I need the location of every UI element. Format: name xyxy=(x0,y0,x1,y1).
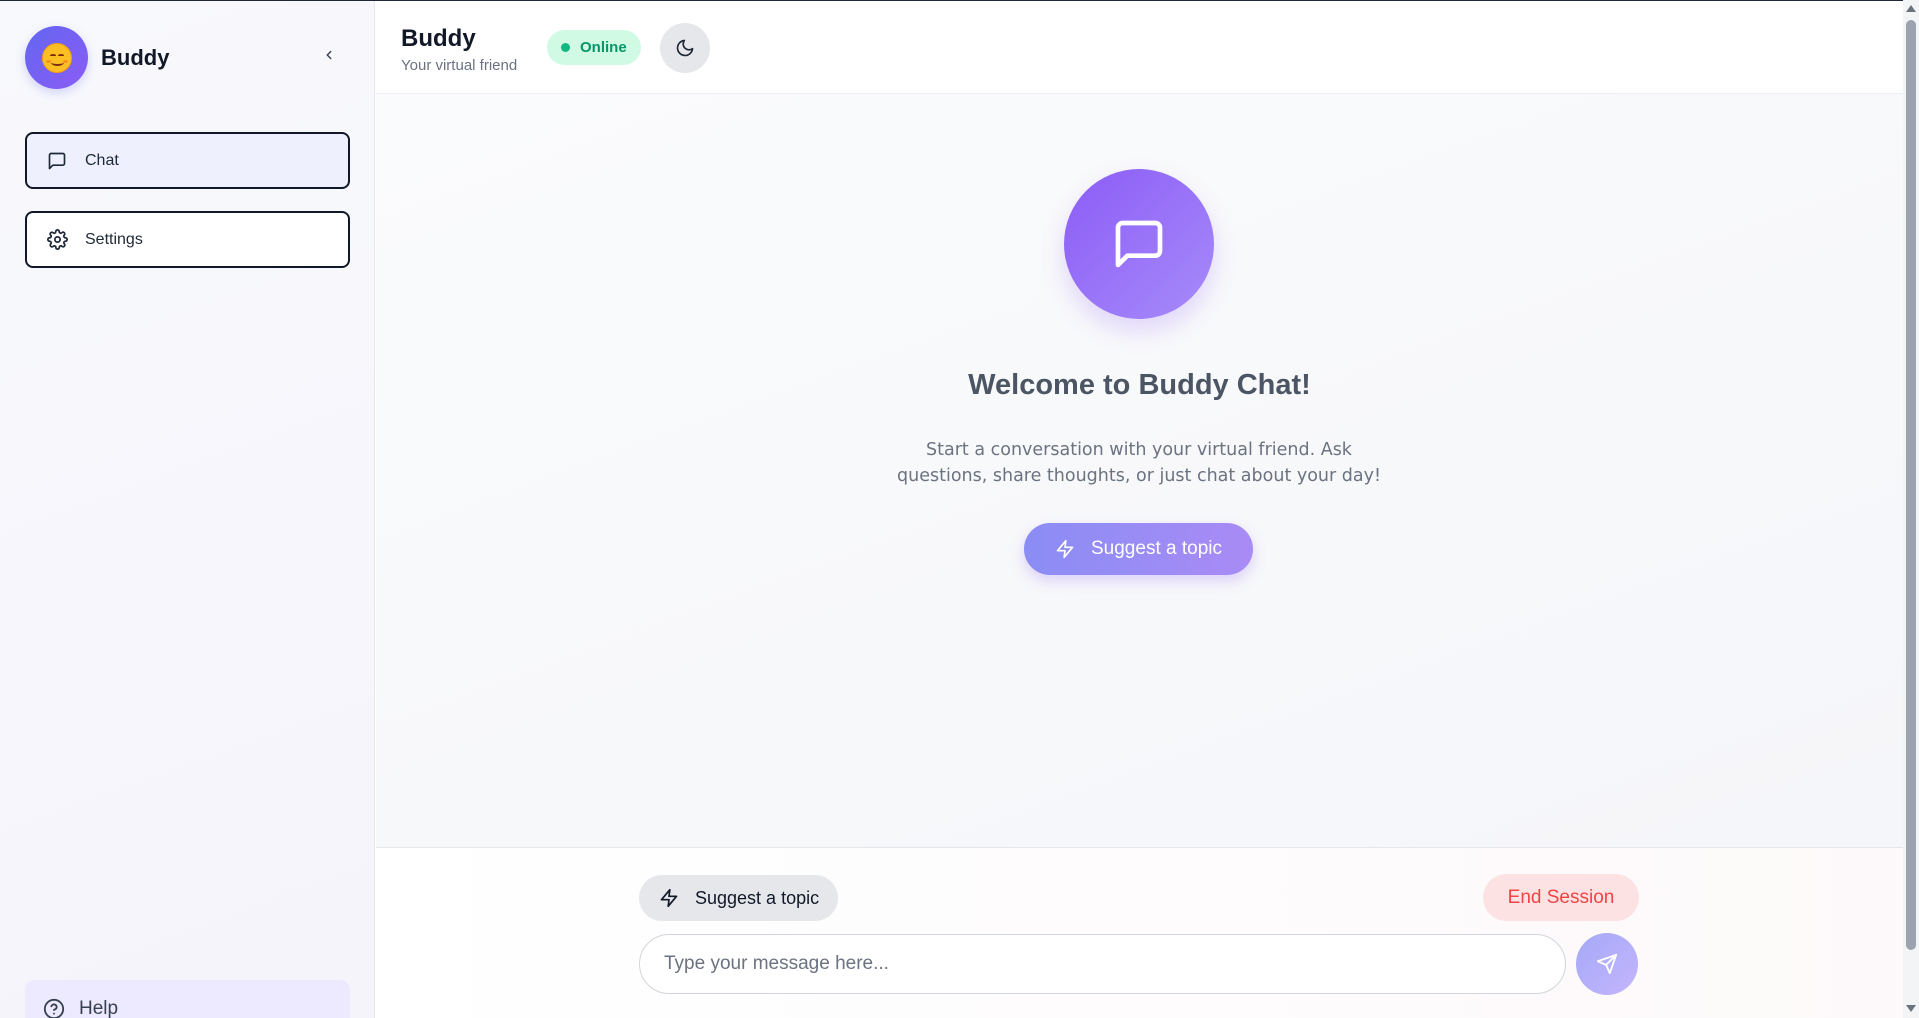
composer: Suggest a topic End Session xyxy=(376,847,1903,1018)
suggest-topic-label: Suggest a topic xyxy=(1091,538,1222,559)
end-session-button[interactable]: End Session xyxy=(1483,874,1639,921)
send-icon xyxy=(1596,953,1618,975)
chevron-left-icon xyxy=(326,50,332,60)
help-label: Help xyxy=(79,998,119,1018)
sidebar-item-settings[interactable]: Settings xyxy=(25,211,350,268)
sidebar-item-chat[interactable]: Chat xyxy=(25,132,350,189)
collapse-sidebar-button[interactable] xyxy=(318,44,340,66)
status-badge: Online xyxy=(547,30,641,65)
suggest-topic-chip-label: Suggest a topic xyxy=(695,887,820,908)
gear-icon xyxy=(47,229,69,251)
sidebar-item-label: Settings xyxy=(85,230,143,248)
scroll-up-arrow-icon[interactable] xyxy=(1906,5,1916,12)
status-label: Online xyxy=(580,39,627,56)
window-top-border xyxy=(0,0,1903,1)
scrollbar-thumb[interactable] xyxy=(1906,20,1916,950)
brand: Buddy xyxy=(25,26,169,89)
sidebar-item-label: Chat xyxy=(85,151,119,169)
help-button[interactable]: Help xyxy=(25,980,350,1018)
status-dot-icon xyxy=(561,43,570,52)
scroll-down-arrow-icon[interactable] xyxy=(1906,1005,1916,1012)
brand-name: Buddy xyxy=(101,44,170,70)
page-scrollbar[interactable] xyxy=(1903,0,1919,1018)
suggest-topic-chip[interactable]: Suggest a topic xyxy=(639,875,838,921)
suggest-topic-button[interactable]: Suggest a topic xyxy=(1024,523,1253,575)
header-title-block: Buddy Your virtual friend xyxy=(401,25,517,74)
smiley-face-icon xyxy=(41,42,72,73)
message-square-icon xyxy=(47,150,69,172)
send-button[interactable] xyxy=(1576,933,1638,995)
page-title: Buddy xyxy=(401,25,476,52)
lightning-icon xyxy=(659,888,679,908)
lightning-icon xyxy=(1055,539,1075,559)
welcome-title: Welcome to Buddy Chat! xyxy=(968,369,1311,401)
avatar xyxy=(25,26,88,89)
welcome-description: Start a conversation with your virtual f… xyxy=(897,440,1381,486)
chat-bubble-icon xyxy=(1064,169,1214,319)
theme-toggle-button[interactable] xyxy=(660,23,710,73)
moon-icon xyxy=(676,39,694,57)
page-subtitle: Your virtual friend xyxy=(401,57,518,74)
message-input[interactable] xyxy=(639,934,1566,994)
chat-header: Buddy Your virtual friend Online xyxy=(376,1,1903,94)
chat-area: Welcome to Buddy Chat! Start a conversat… xyxy=(376,94,1903,847)
sidebar: Buddy Chat Settings Help xyxy=(0,0,375,1018)
help-circle-icon xyxy=(43,998,65,1018)
